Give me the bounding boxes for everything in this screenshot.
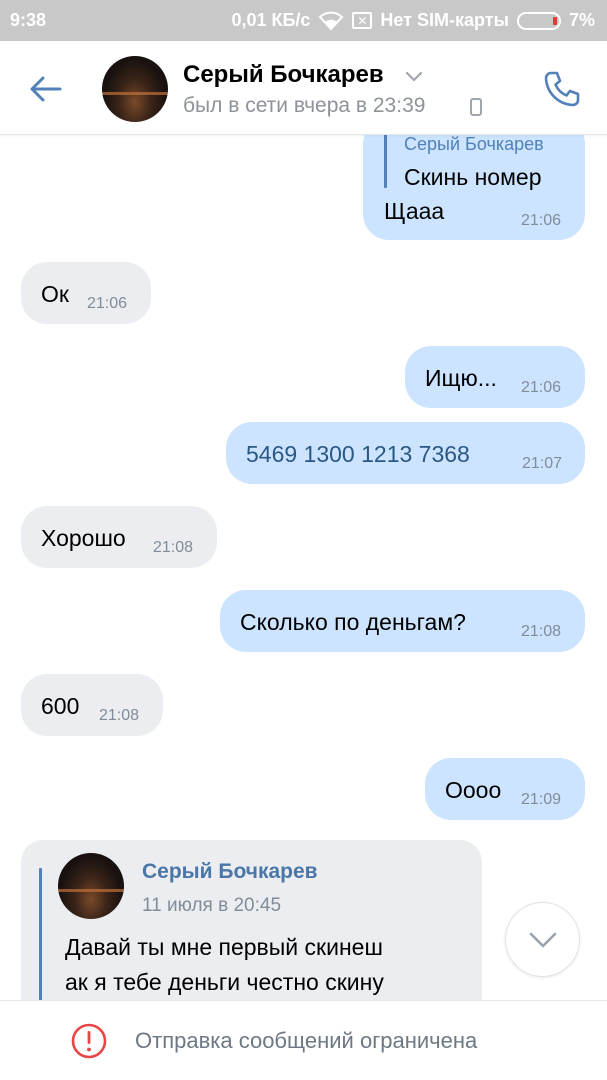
message-bubble-incoming[interactable]: Хорошо 21:08 (21, 506, 217, 568)
message-bubble-incoming[interactable]: Ок 21:06 (21, 262, 151, 324)
forwarded-date: 11 июля в 20:45 (142, 895, 282, 916)
message-bubble-incoming[interactable]: 600 21:08 (21, 674, 163, 736)
message-time: 21:06 (521, 212, 562, 229)
message-text: 600 (41, 693, 80, 719)
wifi-icon (318, 11, 344, 31)
message-time: 21:06 (521, 379, 562, 396)
chevron-down-icon[interactable] (405, 71, 423, 83)
reply-text: Скинь номер (404, 164, 542, 190)
message-bubble-outgoing[interactable]: Сколько по деньгам? 21:08 (220, 590, 585, 652)
contact-name[interactable]: Серый Бочкарев (183, 61, 384, 89)
message-text: Сколько по деньгам? (240, 609, 466, 635)
message-time: 21:08 (153, 539, 194, 556)
chevron-down-icon (529, 932, 556, 947)
forwarded-text-line-2: ак я тебе деньги честно скину (65, 969, 384, 995)
warning-icon (71, 1023, 107, 1059)
message-time: 21:06 (87, 295, 128, 312)
reply-author[interactable]: Серый Бочкарев (404, 134, 544, 155)
battery-icon (516, 11, 561, 30)
message-time: 21:07 (522, 455, 563, 472)
message-text: Щааа (384, 198, 445, 224)
forwarded-author-name[interactable]: Серый Бочкарев (142, 860, 318, 884)
message-bubble-outgoing[interactable]: Ищю... 21:06 (405, 346, 585, 408)
message-text: Оооо (445, 777, 502, 803)
chat-screen: 9:38 0,01 КБ/с ✕ Нет SIM-карты 7% Серый … (0, 0, 607, 1080)
reply-bar (384, 132, 387, 188)
scroll-down-button[interactable] (505, 902, 580, 977)
forward-bar (39, 868, 42, 1008)
restriction-message: Отправка сообщений ограничена (135, 1028, 478, 1053)
mobile-icon (470, 98, 482, 116)
battery-percent: 7% (568, 10, 595, 30)
chat-header: Серый Бочкарев был в сети вчера в 23:39 (0, 41, 607, 135)
message-bubble-outgoing[interactable]: Серый Бочкарев Скинь номер Щааа 21:06 (363, 118, 585, 240)
network-speed: 0,01 КБ/с (231, 10, 311, 30)
sim-status: Нет SIM-карты (380, 10, 509, 30)
call-button[interactable] (541, 68, 583, 110)
online-status: был в сети вчера в 23:39 (183, 94, 426, 117)
message-time: 21:08 (521, 623, 562, 640)
composer-restricted-bar: Отправка сообщений ограничена (0, 1000, 607, 1080)
message-bubble-outgoing[interactable]: 5469 1300 1213 7368 21:07 (226, 422, 585, 484)
message-text: Ищю... (425, 365, 497, 391)
avatar[interactable] (102, 56, 168, 122)
message-text: Хорошо (41, 525, 126, 551)
message-text: Ок (41, 281, 69, 307)
clock: 9:38 (10, 10, 47, 30)
back-button[interactable] (26, 69, 66, 109)
message-time: 21:09 (521, 791, 562, 808)
message-bubble-outgoing[interactable]: Оооо 21:09 (425, 758, 585, 820)
forwarded-text-line-1: Давай ты мне первый скинеш (65, 934, 383, 960)
status-bar: 9:38 0,01 КБ/с ✕ Нет SIM-карты 7% (0, 0, 607, 41)
message-time: 21:08 (99, 707, 140, 724)
forwarded-author-avatar[interactable] (58, 853, 124, 919)
arrow-left-icon (30, 76, 62, 102)
card-number-link[interactable]: 5469 1300 1213 7368 (246, 441, 470, 468)
no-sim-icon: ✕ (352, 12, 373, 29)
phone-icon (544, 71, 580, 107)
